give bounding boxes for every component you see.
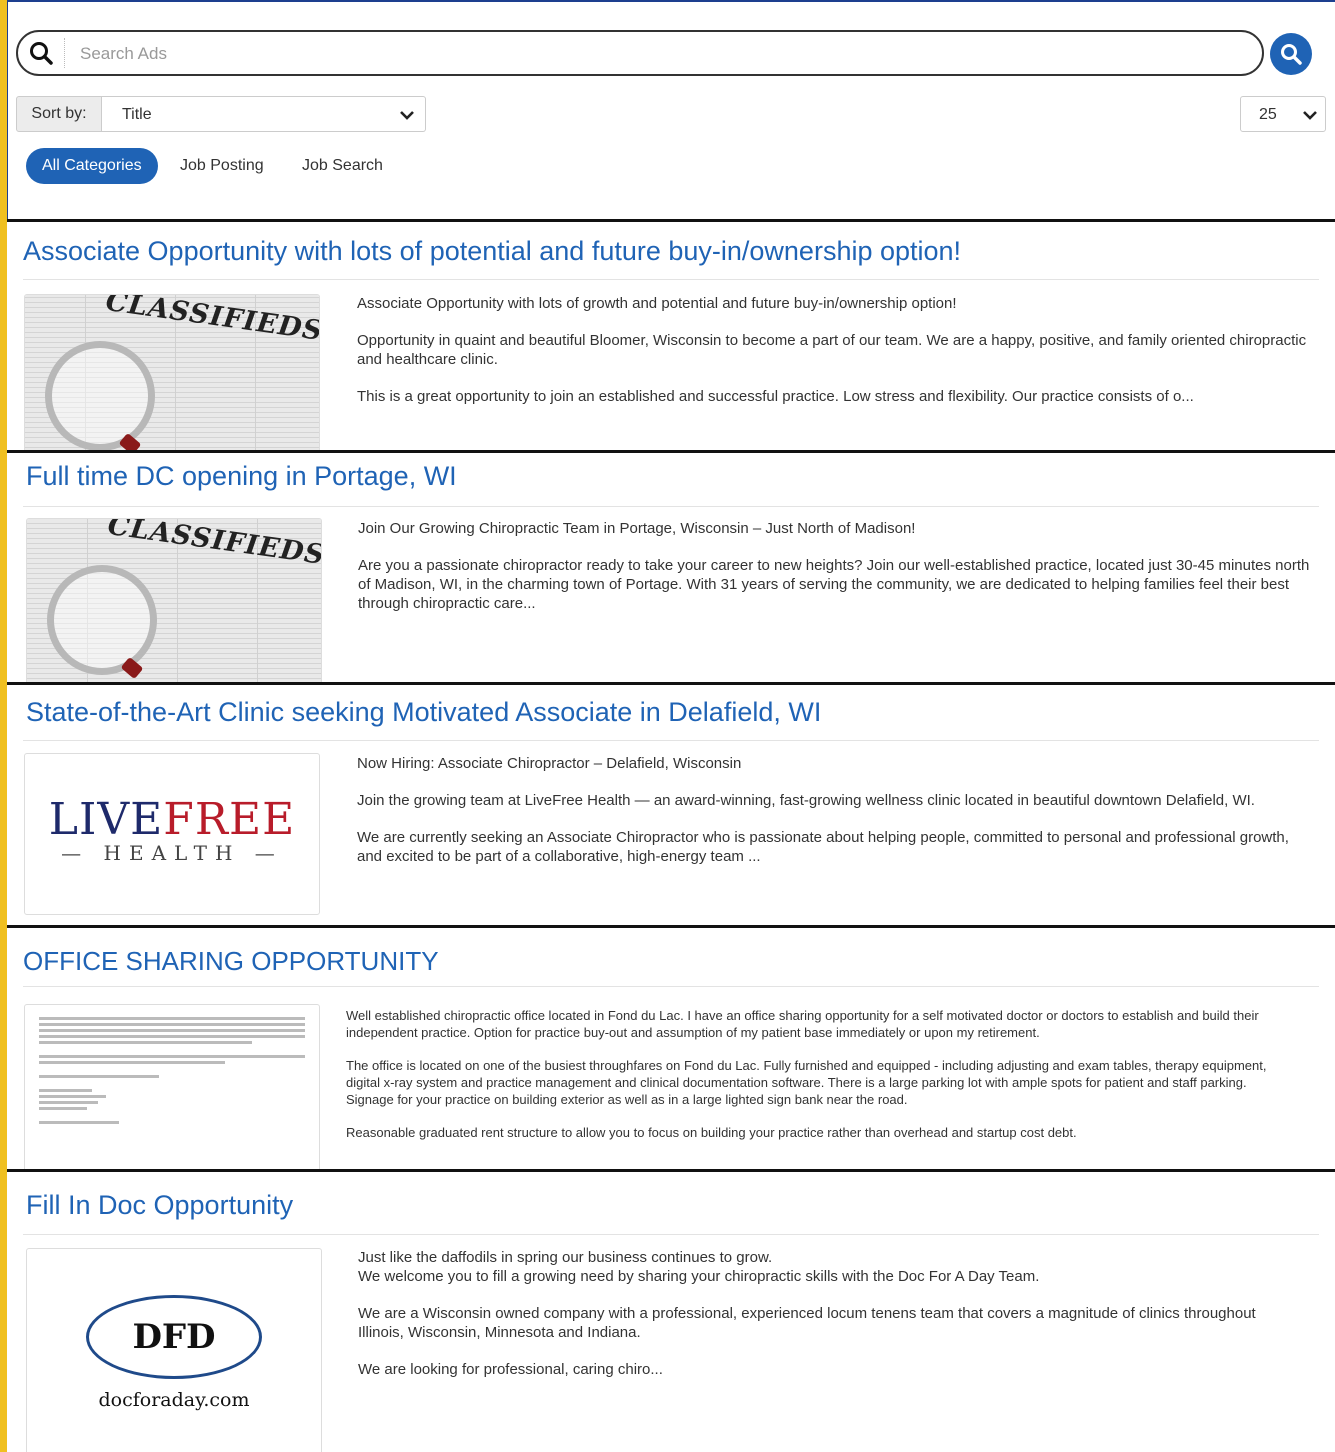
divider bbox=[23, 506, 1319, 507]
listing-thumbnail[interactable]: LIVEFREE — HEALTH — bbox=[24, 753, 320, 915]
search-button[interactable] bbox=[1270, 33, 1312, 75]
listing-card: Associate Opportunity with lots of poten… bbox=[7, 219, 1335, 454]
listing-thumbnail[interactable]: CLASSIFIEDS bbox=[26, 518, 322, 685]
divider bbox=[23, 1234, 1319, 1235]
search-toolbar: Sort by: Title 25 All Categories Job Pos… bbox=[7, 0, 1335, 219]
search-divider bbox=[64, 38, 65, 68]
per-page-select[interactable]: 25 bbox=[1240, 96, 1326, 132]
tab-job-posting[interactable]: Job Posting bbox=[180, 148, 264, 184]
listing-card: Fill In Doc Opportunity DFD docforaday.c… bbox=[7, 1169, 1335, 1452]
tab-all-categories[interactable]: All Categories bbox=[26, 148, 158, 184]
sort-select[interactable]: Title bbox=[102, 96, 426, 132]
listing-description: Just like the daffodils in spring our bu… bbox=[358, 1249, 1256, 1378]
sort-by-label: Sort by: bbox=[16, 96, 102, 132]
search-icon bbox=[30, 42, 53, 65]
search-input[interactable] bbox=[78, 38, 1242, 70]
listing-title[interactable]: Full time DC opening in Portage, WI bbox=[26, 461, 457, 492]
tab-job-search[interactable]: Job Search bbox=[302, 148, 383, 184]
sort-selected-value: Title bbox=[122, 106, 152, 123]
listing-description: Associate Opportunity with lots of growt… bbox=[357, 295, 1307, 405]
classifieds-page: Sort by: Title 25 All Categories Job Pos… bbox=[7, 0, 1335, 1452]
search-bar bbox=[16, 30, 1264, 76]
listing-description: Now Hiring: Associate Chiropractor – Del… bbox=[357, 755, 1289, 865]
listing-title[interactable]: Associate Opportunity with lots of poten… bbox=[23, 236, 961, 267]
listing-thumbnail[interactable]: DFD docforaday.com bbox=[26, 1248, 322, 1452]
per-page-value: 25 bbox=[1259, 106, 1277, 123]
classifieds-newspaper-image: CLASSIFIEDS bbox=[25, 295, 319, 453]
chevron-down-icon bbox=[1303, 111, 1317, 120]
search-icon bbox=[1281, 44, 1302, 65]
chevron-down-icon bbox=[400, 111, 414, 120]
divider bbox=[23, 740, 1319, 741]
listing-title[interactable]: State-of-the-Art Clinic seeking Motivate… bbox=[26, 697, 821, 728]
listing-thumbnail[interactable]: CLASSIFIEDS bbox=[24, 294, 320, 454]
listing-description: Join Our Growing Chiropractic Team in Po… bbox=[358, 520, 1310, 612]
dfd-logo: DFD docforaday.com bbox=[27, 1295, 321, 1411]
listing-title[interactable]: OFFICE SHARING OPPORTUNITY bbox=[23, 946, 439, 977]
letter-document-image bbox=[39, 1017, 305, 1171]
classifieds-newspaper-image: CLASSIFIEDS bbox=[27, 519, 321, 684]
listing-description: Well established chiropractic office loc… bbox=[346, 1008, 1267, 1140]
divider bbox=[23, 279, 1319, 280]
listing-card: State-of-the-Art Clinic seeking Motivate… bbox=[7, 682, 1335, 925]
listing-title[interactable]: Fill In Doc Opportunity bbox=[26, 1190, 293, 1221]
listing-card: OFFICE SHARING OPPORTUNITY Well establis… bbox=[7, 925, 1335, 1172]
divider bbox=[23, 986, 1319, 987]
listing-card: Full time DC opening in Portage, WI CLAS… bbox=[7, 450, 1335, 685]
livefree-health-logo: LIVEFREE — HEALTH — bbox=[48, 794, 296, 865]
listing-thumbnail[interactable] bbox=[24, 1004, 320, 1172]
